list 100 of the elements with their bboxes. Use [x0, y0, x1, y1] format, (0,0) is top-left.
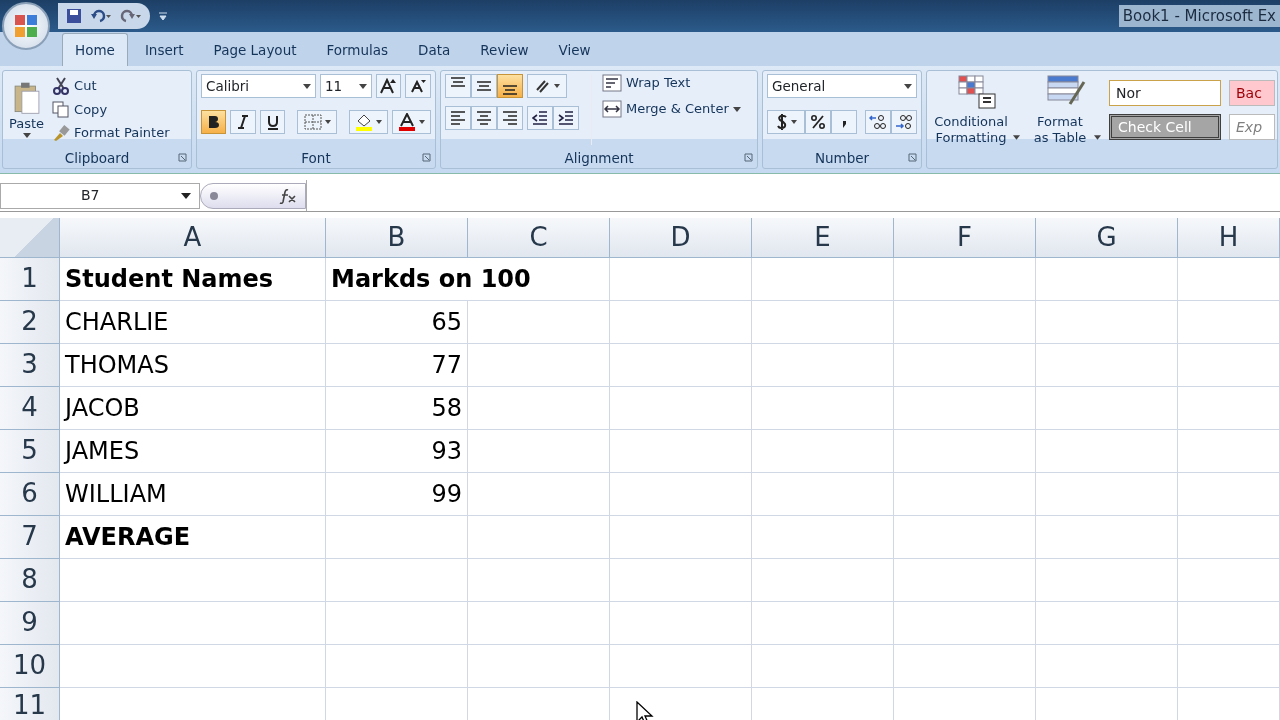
dialog-launcher-icon[interactable] [744, 153, 753, 162]
table-cell: 99 [326, 473, 468, 516]
row-header[interactable]: 5 [0, 430, 60, 473]
row-header[interactable]: 7 [0, 516, 60, 559]
underline-icon [266, 114, 279, 130]
group-label: Font [301, 148, 331, 168]
fill-color-button[interactable] [348, 110, 388, 134]
table-cell: WILLIAM [60, 473, 326, 516]
group-label: Clipboard [64, 148, 130, 168]
percent-button[interactable] [805, 110, 831, 134]
cell-style-option[interactable]: Nor [1109, 80, 1221, 106]
font-color-button[interactable] [391, 110, 431, 134]
row-header[interactable]: 6 [0, 473, 60, 516]
align-left-button[interactable] [445, 106, 471, 130]
middle-align-button[interactable] [471, 74, 497, 98]
ribbon-tab[interactable]: Data [405, 32, 464, 66]
increase-decimal-button[interactable] [865, 110, 891, 134]
caret-icon [302, 83, 311, 89]
dialog-launcher-icon[interactable] [908, 153, 917, 162]
table-cell: Student Names [60, 258, 326, 301]
shrink-font-icon [410, 79, 427, 93]
scissors-icon [52, 76, 71, 95]
column-header[interactable]: F [894, 218, 1036, 258]
increase-indent-button[interactable] [553, 106, 579, 130]
copy-button[interactable]: Copy [50, 100, 172, 119]
underline-button[interactable] [259, 110, 286, 134]
comma-button[interactable] [831, 110, 857, 134]
grow-font-button[interactable] [375, 74, 402, 98]
cell-style-option[interactable]: Exp [1229, 114, 1275, 140]
ribbon-tab[interactable]: Insert [131, 32, 197, 66]
redo-icon[interactable] [120, 8, 142, 24]
font-name-dropdown[interactable]: Calibri [201, 74, 316, 98]
merge-center-button[interactable]: Merge & Center [600, 100, 743, 118]
font-size-dropdown[interactable]: 11 [319, 74, 372, 98]
ribbon-tab[interactable]: Review [467, 32, 542, 66]
row-header[interactable]: 11 [0, 688, 60, 720]
caret-icon [358, 83, 367, 89]
row-header[interactable]: 9 [0, 602, 60, 645]
paste-button[interactable]: Paste [7, 74, 47, 145]
bottom-align-button[interactable] [497, 74, 523, 98]
caret-icon [375, 120, 382, 124]
bold-button[interactable] [201, 110, 227, 134]
orientation-button[interactable] [527, 74, 567, 98]
dialog-launcher-icon[interactable] [422, 153, 431, 162]
bold-icon [207, 115, 220, 129]
window-title: Book1 - Microsoft Ex [1118, 4, 1280, 28]
column-header[interactable]: C [468, 218, 610, 258]
caret-icon [1094, 135, 1101, 141]
dialog-launcher-icon[interactable] [178, 153, 187, 162]
column-header[interactable]: D [610, 218, 752, 258]
borders-button[interactable] [297, 110, 337, 134]
ribbon-tab[interactable]: Page Layout [200, 32, 310, 66]
cell-style-option[interactable]: Bac [1229, 80, 1275, 106]
column-header[interactable]: B [326, 218, 468, 258]
caret-icon [181, 191, 191, 200]
caret-icon [553, 84, 560, 88]
insert-function-button[interactable] [200, 182, 306, 209]
align-center-button[interactable] [471, 106, 497, 130]
column-header[interactable]: E [752, 218, 894, 258]
table-highlight-icon [956, 74, 997, 110]
customize-dropdown-icon[interactable] [158, 11, 168, 21]
bottom-align-icon [502, 85, 518, 95]
increase-decimal-icon [869, 114, 887, 130]
row-header[interactable]: 8 [0, 559, 60, 602]
decrease-decimal-button[interactable] [891, 110, 917, 134]
caret-icon [790, 120, 797, 124]
top-align-button[interactable] [445, 74, 471, 98]
currency-button[interactable] [767, 110, 805, 134]
middle-align-icon [476, 81, 492, 91]
name-box[interactable]: B7 [0, 182, 200, 209]
format-as-table-button[interactable]: Format as Table [1028, 74, 1103, 165]
italic-button[interactable] [230, 110, 256, 134]
column-header[interactable]: H [1178, 218, 1280, 258]
caret-icon [324, 120, 331, 124]
shrink-font-button[interactable] [405, 74, 431, 98]
column-header[interactable]: G [1036, 218, 1178, 258]
row-header[interactable]: 3 [0, 344, 60, 387]
row-header[interactable]: 1 [0, 258, 60, 301]
caret-icon [904, 83, 912, 89]
save-icon[interactable] [66, 8, 82, 24]
align-right-button[interactable] [497, 106, 523, 130]
office-button[interactable] [2, 2, 50, 50]
decrease-indent-button[interactable] [527, 106, 553, 130]
caret-icon [22, 132, 31, 138]
row-header[interactable]: 2 [0, 301, 60, 344]
align-center-icon [476, 111, 492, 125]
wrap-text-button[interactable]: Wrap Text [600, 74, 743, 92]
row-header[interactable]: 4 [0, 387, 60, 430]
ribbon-tab[interactable]: Formulas [313, 32, 402, 66]
dollar-icon [775, 114, 788, 130]
ribbon-tab[interactable]: View [545, 32, 604, 66]
row-header[interactable]: 10 [0, 645, 60, 688]
number-format-dropdown[interactable]: General [767, 74, 917, 98]
cut-button[interactable]: Cut [50, 76, 172, 95]
format-painter-button[interactable]: Format Painter [50, 124, 172, 143]
ribbon-tab[interactable]: Home [62, 32, 128, 66]
conditional-formatting-button[interactable]: Conditional Formatting [931, 74, 1022, 165]
column-header[interactable]: A [60, 218, 326, 258]
group-label: Number [814, 148, 870, 168]
undo-icon[interactable] [90, 8, 112, 24]
